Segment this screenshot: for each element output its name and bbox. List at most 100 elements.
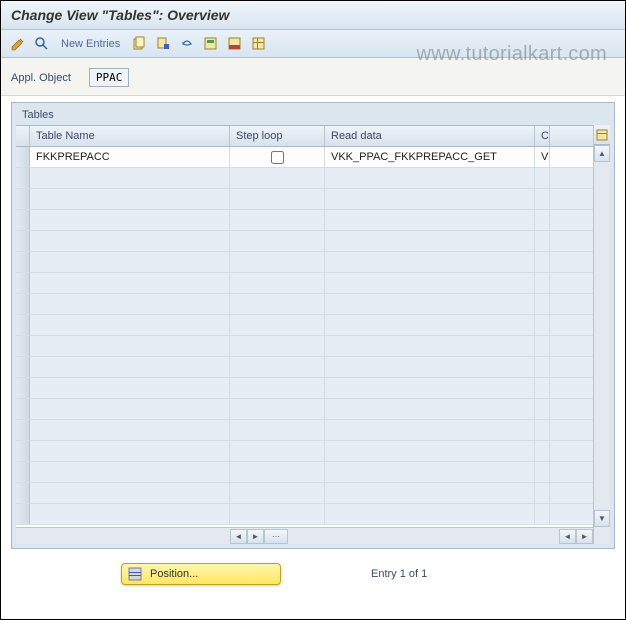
row-selector[interactable] — [16, 378, 30, 398]
table-row[interactable] — [16, 294, 593, 315]
cell-empty[interactable] — [325, 357, 535, 377]
cell-empty[interactable] — [535, 273, 550, 293]
appl-object-value[interactable]: PPAC — [89, 68, 130, 87]
cell-empty[interactable] — [325, 399, 535, 419]
cell-empty[interactable] — [535, 399, 550, 419]
delete-icon[interactable] — [154, 35, 172, 53]
cell-empty[interactable] — [230, 336, 325, 356]
cell-empty[interactable] — [535, 336, 550, 356]
cell-empty[interactable] — [325, 252, 535, 272]
position-button[interactable]: Position... — [121, 563, 281, 585]
cell-empty[interactable] — [30, 273, 230, 293]
cell-empty[interactable] — [535, 357, 550, 377]
col-header-name[interactable]: Table Name — [30, 126, 230, 146]
row-selector[interactable] — [16, 231, 30, 251]
table-row[interactable] — [16, 399, 593, 420]
table-row[interactable] — [16, 210, 593, 231]
table-row[interactable] — [16, 273, 593, 294]
row-selector[interactable] — [16, 420, 30, 440]
cell-empty[interactable] — [325, 210, 535, 230]
cell-empty[interactable] — [30, 168, 230, 188]
cell-empty[interactable] — [30, 336, 230, 356]
step-loop-checkbox[interactable] — [271, 151, 284, 164]
table-row[interactable] — [16, 483, 593, 504]
select-all-icon[interactable] — [202, 35, 220, 53]
cell-empty[interactable] — [535, 420, 550, 440]
cell-empty[interactable] — [230, 294, 325, 314]
cell-empty[interactable] — [230, 252, 325, 272]
cell-empty[interactable] — [535, 462, 550, 482]
table-row[interactable] — [16, 462, 593, 483]
cell-empty[interactable] — [30, 462, 230, 482]
cell-empty[interactable] — [230, 483, 325, 503]
row-selector[interactable] — [16, 336, 30, 356]
cell-empty[interactable] — [325, 168, 535, 188]
cell-empty[interactable] — [325, 294, 535, 314]
table-row[interactable] — [16, 441, 593, 462]
deselect-all-icon[interactable] — [226, 35, 244, 53]
cell-step-loop[interactable] — [230, 147, 325, 167]
cell-empty[interactable] — [230, 399, 325, 419]
cell-empty[interactable] — [230, 504, 325, 524]
scroll-right-icon[interactable]: ► — [247, 529, 264, 544]
table-row[interactable] — [16, 315, 593, 336]
col-header-loop[interactable]: Step loop — [230, 126, 325, 146]
table-settings-icon[interactable] — [596, 129, 608, 141]
table-settings-icon[interactable] — [250, 35, 268, 53]
row-selector[interactable] — [16, 252, 30, 272]
table-row[interactable] — [16, 420, 593, 441]
cell-empty[interactable] — [325, 462, 535, 482]
cell-empty[interactable] — [325, 273, 535, 293]
scroll-up-icon[interactable]: ▲ — [594, 145, 610, 162]
cell-empty[interactable] — [30, 357, 230, 377]
find-icon[interactable] — [33, 35, 51, 53]
cell-empty[interactable] — [535, 168, 550, 188]
cell-empty[interactable] — [230, 462, 325, 482]
row-selector[interactable] — [16, 441, 30, 461]
cell-empty[interactable] — [325, 483, 535, 503]
table-row[interactable] — [16, 252, 593, 273]
row-selector[interactable] — [16, 147, 30, 167]
cell-empty[interactable] — [325, 336, 535, 356]
row-selector[interactable] — [16, 210, 30, 230]
cell-empty[interactable] — [535, 231, 550, 251]
cell-empty[interactable] — [230, 378, 325, 398]
cell-empty[interactable] — [325, 189, 535, 209]
cell-empty[interactable] — [30, 420, 230, 440]
cell-c[interactable]: V — [535, 147, 550, 167]
cell-empty[interactable] — [30, 189, 230, 209]
scroll-down-icon[interactable]: ▼ — [594, 510, 610, 527]
select-all-corner[interactable] — [16, 126, 30, 146]
cell-empty[interactable] — [230, 210, 325, 230]
cell-empty[interactable] — [30, 378, 230, 398]
new-entries-button[interactable]: New Entries — [57, 36, 124, 52]
cell-empty[interactable] — [535, 378, 550, 398]
table-row[interactable] — [16, 231, 593, 252]
table-row[interactable] — [16, 189, 593, 210]
cell-empty[interactable] — [230, 231, 325, 251]
cell-empty[interactable] — [325, 441, 535, 461]
row-selector[interactable] — [16, 399, 30, 419]
cell-empty[interactable] — [535, 210, 550, 230]
cell-empty[interactable] — [325, 504, 535, 524]
col-header-read[interactable]: Read data — [325, 126, 535, 146]
table-row[interactable] — [16, 168, 593, 189]
horizontal-scrollbar[interactable]: ◄ ► ⋯ ◄ ► — [16, 527, 593, 544]
row-selector[interactable] — [16, 504, 30, 524]
table-row[interactable] — [16, 336, 593, 357]
scroll-left-icon[interactable]: ◄ — [230, 529, 247, 544]
cell-empty[interactable] — [30, 210, 230, 230]
row-selector[interactable] — [16, 483, 30, 503]
cell-empty[interactable] — [535, 483, 550, 503]
cell-read-data[interactable]: VKK_PPAC_FKKPREPACC_GET — [325, 147, 535, 167]
cell-empty[interactable] — [30, 231, 230, 251]
display-change-icon[interactable] — [9, 35, 27, 53]
table-row[interactable] — [16, 504, 593, 525]
cell-empty[interactable] — [325, 315, 535, 335]
scroll-left-icon[interactable]: ◄ — [559, 529, 576, 544]
cell-empty[interactable] — [230, 357, 325, 377]
row-selector[interactable] — [16, 189, 30, 209]
cell-empty[interactable] — [535, 252, 550, 272]
cell-empty[interactable] — [535, 315, 550, 335]
table-row[interactable] — [16, 378, 593, 399]
